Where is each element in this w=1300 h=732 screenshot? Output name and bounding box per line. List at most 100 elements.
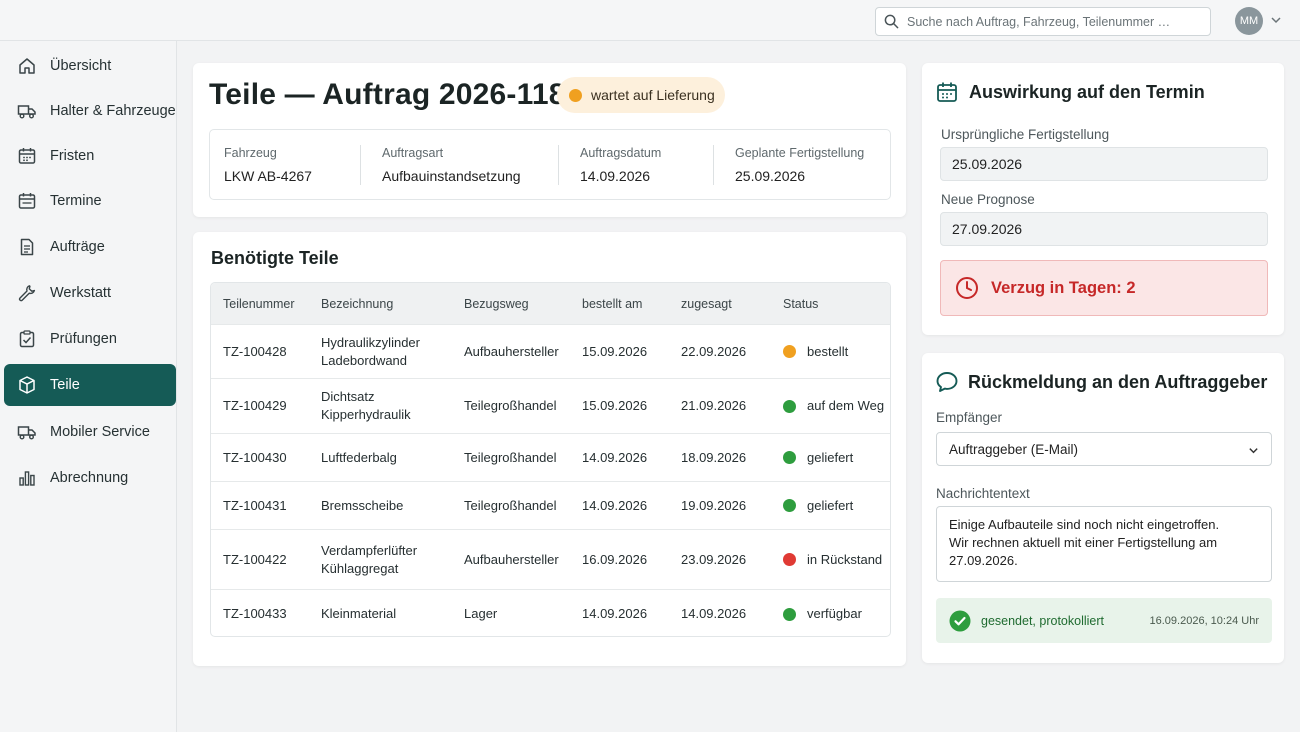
sidebar-item-halter-fahrzeuge[interactable]: Halter & Fahrzeuge [4, 90, 176, 132]
sidebar-item-teile[interactable]: Teile [4, 364, 176, 406]
calendar-icon [937, 82, 957, 102]
table-row[interactable]: TZ-100428 Hydraulikzylinder Ladebordwand A… [211, 324, 890, 378]
cell-teilenummer: TZ-100428 [223, 343, 287, 359]
cell-bezugsweg: Teilegroßhandel [464, 398, 557, 413]
table-row[interactable]: TZ-100429 Dichtsatz Kipperhydraulik Teileg… [211, 378, 890, 433]
sidebar-item-abrechnung[interactable]: Abrechnung [4, 457, 176, 499]
info-auftragsdatum: Auftragsdatum 14.09.2026 [580, 146, 661, 184]
truck-icon [17, 105, 36, 119]
status-label: geliefert [807, 449, 854, 465]
cell-status: bestellt [783, 343, 848, 361]
info-label: Geplante Fertigstellung [735, 146, 865, 160]
sidebar-item-label: Übersicht [50, 58, 112, 74]
status-label: bestellt [807, 343, 849, 359]
sidebar-item-uebersicht[interactable]: Übersicht [4, 45, 176, 87]
sidebar-item-auftraege[interactable]: Aufträge [4, 226, 176, 268]
cell-bestellt-am: 14.09.2026 [582, 497, 648, 513]
cell-status: geliefert [783, 449, 853, 467]
cell-zugesagt: 14.09.2026 [681, 606, 747, 621]
table-row[interactable]: TZ-100430 Luftfederbalg Teilegroßhandel 14.… [211, 433, 890, 481]
info-fertigstellung: Geplante Fertigstellung 25.09.2026 [735, 146, 864, 184]
column-header-teilenummer[interactable]: Teilenummer [223, 297, 295, 311]
sidebar-item-mobiler-service[interactable]: Mobiler Service [4, 411, 176, 453]
delay-alert: Verzug in Tagen: 2 [940, 260, 1268, 316]
document-icon [20, 238, 34, 256]
status-dot [783, 553, 796, 566]
parts-heading: Benötigte Teile [211, 248, 339, 268]
table-row[interactable]: TZ-100422 Verdampferlüfter Kühlaggregat Au… [211, 529, 890, 589]
info-label: Auftragsdatum [580, 146, 662, 160]
page-title: Teile — Auftrag 2026-1186 [209, 78, 583, 111]
table-row[interactable]: TZ-100433 Kleinmaterial Lager 14.09.2026 14.… [211, 589, 890, 636]
sidebar-item-label: Mobiler Service [50, 424, 150, 440]
parts-table: Teilenummer Bezeichnung Bezugsweg bestel… [210, 282, 891, 637]
top-bar: MM [0, 0, 1300, 41]
table-header: Teilenummer Bezeichnung Bezugsweg bestel… [211, 283, 890, 324]
status-badge: wartet auf Lieferung [557, 77, 725, 113]
sidebar-item-label: Halter & Fahrzeuge [50, 103, 176, 119]
table-row[interactable]: TZ-100431 Bremsscheibe Teilegroßhandel 14.0… [211, 481, 890, 529]
column-header-status[interactable]: Status [783, 297, 818, 311]
delay-text: Verzug in Tagen: 2 [991, 278, 1136, 297]
impact-heading: Auswirkung auf den Termin [969, 82, 1205, 102]
cell-bezeichnung: Dichtsatz Kipperhydraulik [321, 389, 411, 422]
cell-bestellt-am: 16.09.2026 [582, 551, 648, 567]
chevron-down-icon[interactable] [1270, 14, 1282, 26]
column-header-bestellt-am[interactable]: bestellt am [582, 297, 642, 311]
sidebar-item-label: Fristen [50, 148, 95, 164]
cell-zugesagt: 18.09.2026 [681, 449, 747, 465]
feedback-heading: Rückmeldung an den Auftraggeber [968, 372, 1268, 392]
calendar-icon [18, 148, 36, 164]
cell-zugesagt: 23.09.2026 [681, 551, 747, 567]
column-header-zugesagt[interactable]: zugesagt [681, 297, 732, 311]
recipient-select[interactable]: Auftraggeber (E-Mail) [936, 432, 1272, 466]
recipient-value: Auftraggeber (E-Mail) [949, 441, 1079, 457]
divider [360, 145, 361, 185]
cell-bestellt-am: 15.09.2026 [582, 398, 648, 413]
search-input[interactable] [907, 14, 1197, 29]
sidebar-item-termine[interactable]: Termine [4, 180, 176, 222]
info-value: Aufbauinstandsetzung [382, 168, 521, 184]
cell-zugesagt: 21.09.2026 [681, 398, 747, 413]
status-dot [783, 451, 796, 464]
column-header-bezeichnung[interactable]: Bezeichnung [321, 297, 393, 311]
sidebar-item-label: Termine [50, 193, 102, 209]
sent-status-bar: gesendet, protokolliert 16.09.2026, 10:2… [936, 598, 1272, 643]
sent-status-text: gesendet, protokolliert [981, 613, 1104, 628]
cell-bezugsweg: Teilegroßhandel [464, 449, 557, 465]
info-value: 25.09.2026 [735, 168, 806, 184]
chat-bubble-icon [936, 372, 958, 392]
sidebar-item-pruefungen[interactable]: Prüfungen [4, 318, 176, 360]
sidebar-item-label: Prüfungen [50, 331, 117, 347]
divider [713, 145, 714, 185]
recipient-label: Empfänger [936, 410, 1003, 425]
cell-teilenummer: TZ-100431 [223, 497, 287, 513]
calendar-icon [18, 193, 36, 209]
info-value: LKW AB-4267 [224, 168, 312, 184]
cell-bezeichnung: Luftfederbalg [321, 449, 397, 465]
sidebar-item-werkstatt[interactable]: Werkstatt [4, 272, 176, 314]
cell-bestellt-am: 14.09.2026 [582, 449, 648, 465]
clock-icon [956, 277, 978, 299]
sidebar-item-fristen[interactable]: Fristen [4, 135, 176, 177]
cell-status: in Rückstand [783, 551, 882, 569]
message-textarea[interactable]: Einige Aufbauteile sind noch nicht einge… [936, 506, 1272, 582]
cell-bestellt-am: 14.09.2026 [582, 606, 648, 621]
wrench-icon [18, 285, 36, 302]
column-header-bezugsweg[interactable]: Bezugsweg [464, 297, 529, 311]
avatar[interactable]: MM [1235, 7, 1263, 35]
cell-bestellt-am: 15.09.2026 [582, 343, 648, 359]
cell-zugesagt: 19.09.2026 [681, 497, 747, 513]
cell-teilenummer: TZ-100433 [223, 606, 287, 621]
cell-bezeichnung: Bremsscheibe [321, 497, 404, 513]
info-value: 14.09.2026 [580, 168, 651, 184]
search-box[interactable] [875, 7, 1211, 36]
cell-teilenummer: TZ-100422 [223, 551, 287, 567]
cell-teilenummer: TZ-100429 [223, 398, 287, 413]
sent-timestamp: 16.09.2026, 10:24 Uhr [1149, 614, 1259, 627]
forecast-date-field: 27.09.2026 [940, 212, 1268, 246]
status-label: in Rückstand [807, 551, 883, 567]
search-icon [884, 14, 899, 29]
sidebar-item-label: Aufträge [50, 239, 105, 255]
cell-bezugsweg: Teilegroßhandel [464, 497, 557, 513]
